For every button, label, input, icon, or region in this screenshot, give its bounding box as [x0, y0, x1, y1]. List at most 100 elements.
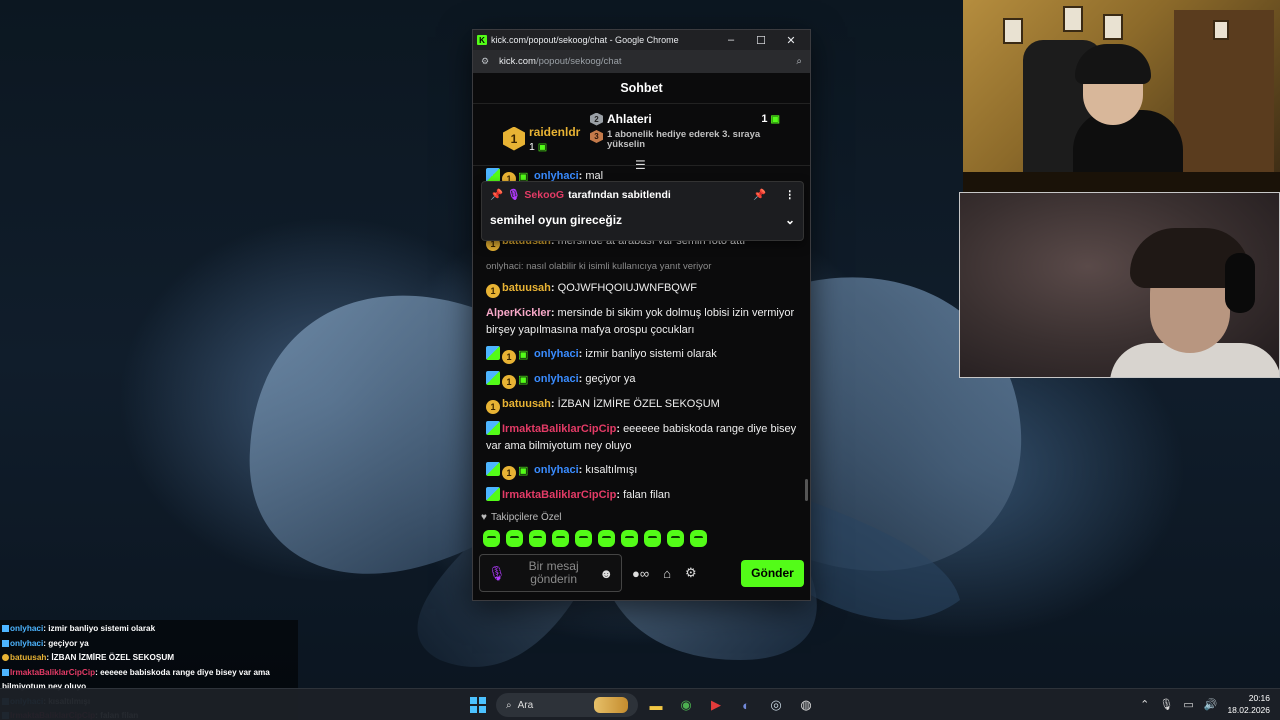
- chat-message-text: falan filan: [623, 489, 671, 501]
- emote-row: [481, 530, 802, 547]
- leaderboard-first-count: 1: [529, 140, 535, 153]
- chat-username[interactable]: batuusah: [502, 282, 551, 294]
- subscriber-badge-icon: [486, 371, 500, 385]
- message-input[interactable]: 🎙 Bir mesaj gönderin ☻: [479, 554, 622, 592]
- third-place-medal-icon: 3: [590, 130, 603, 143]
- search-placeholder[interactable]: Ara: [518, 700, 588, 711]
- chat-username[interactable]: batuusah: [502, 398, 551, 410]
- url-text[interactable]: kick.com/popout/sekoog/chat: [499, 56, 796, 67]
- emote[interactable]: [667, 530, 684, 547]
- pinned-by-label: tarafından sabitlendi: [568, 188, 671, 201]
- discord-icon[interactable]: ◐: [734, 693, 758, 717]
- gift-rank-badge-icon: 1: [502, 466, 516, 480]
- heart-icon: ♥: [481, 512, 487, 523]
- window-titlebar: K kick.com/popout/sekoog/chat - Google C…: [473, 30, 810, 50]
- gift-icon: ▣: [770, 114, 780, 125]
- network-icon[interactable]: ▭: [1183, 698, 1193, 711]
- store-icon[interactable]: ⌂: [659, 566, 675, 581]
- overlay-username: IrmaktaBaliklarCipCip: [10, 667, 96, 677]
- clock[interactable]: 20:16 18.02.2026: [1227, 692, 1270, 716]
- chat-message[interactable]: 1 ▣ onlyhaci: geçiyor ya: [486, 371, 802, 389]
- chat-username[interactable]: IrmaktaBaliklarCipCip: [502, 423, 616, 435]
- emote[interactable]: [575, 530, 592, 547]
- emote[interactable]: [483, 530, 500, 547]
- gift-rank-badge-icon: 1: [502, 375, 516, 389]
- emote[interactable]: [598, 530, 615, 547]
- chat-popup-window: K kick.com/popout/sekoog/chat - Google C…: [472, 29, 811, 601]
- chat-scrollbar[interactable]: [805, 479, 808, 501]
- chat-username[interactable]: onlyhaci: [534, 348, 579, 360]
- overlay-badge-icon: [2, 654, 9, 661]
- chat-message[interactable]: AlperKickler: mersinde bi sikim yok dolm…: [486, 305, 802, 339]
- chat-username[interactable]: AlperKickler: [486, 307, 551, 319]
- obs-icon[interactable]: ◍: [794, 693, 818, 717]
- chat-message[interactable]: 1 ▣ onlyhaci: kısaltılmışı: [486, 462, 802, 480]
- clock-time: 20:16: [1248, 693, 1270, 703]
- site-settings-icon[interactable]: ⚙: [481, 56, 493, 67]
- emote[interactable]: [552, 530, 569, 547]
- window-title: kick.com/popout/sekoog/chat - Google Chr…: [491, 35, 679, 45]
- emote[interactable]: [621, 530, 638, 547]
- mic-badge-icon: 🎙: [507, 189, 521, 201]
- chat-message[interactable]: IrmaktaBaliklarCipCip: eeeeee babiskoda …: [486, 421, 802, 455]
- start-button[interactable]: [466, 693, 490, 717]
- gear-icon[interactable]: ⚙: [681, 565, 701, 581]
- chevron-down-icon[interactable]: ⌄: [785, 213, 795, 227]
- subscriber-badge-icon: [486, 487, 500, 501]
- chat-username[interactable]: onlyhaci: [534, 373, 579, 385]
- overlay-message: onlyhaci: izmir banliyo sistemi olarak: [2, 622, 296, 637]
- emote[interactable]: [690, 530, 707, 547]
- chat-message[interactable]: 1 batuusah: QOJWFHQOIUJWNFBQWF: [486, 280, 802, 298]
- kick-points-icon[interactable]: ●∞: [628, 566, 653, 581]
- chrome-icon[interactable]: ◉: [674, 693, 698, 717]
- gift-rank-badge-icon: 1: [486, 400, 500, 414]
- kick-logo-icon: K: [477, 35, 487, 45]
- subscriber-badge-icon: [486, 168, 500, 182]
- chat-input-row: 🎙 Bir mesaj gönderin ☻ ●∞ ⌂ ⚙ Gönder: [473, 547, 810, 592]
- pinned-by-user[interactable]: SekooG: [524, 189, 564, 201]
- unpin-icon[interactable]: 📌: [753, 188, 766, 201]
- microphone-tray-icon[interactable]: 🎙: [1159, 698, 1173, 711]
- emote[interactable]: [644, 530, 661, 547]
- address-bar[interactable]: ⚙ kick.com/popout/sekoog/chat ⌕: [473, 50, 810, 73]
- search-highlight-image: [594, 697, 628, 713]
- leaderboard-first-name[interactable]: raidenldr: [529, 125, 580, 139]
- microphone-icon: 🎙: [488, 564, 506, 581]
- media-player-icon[interactable]: ▶: [704, 693, 728, 717]
- taskbar-search[interactable]: ⌕ Ara: [496, 693, 638, 717]
- chevron-up-icon[interactable]: ⌃: [1140, 698, 1149, 711]
- gift-leaderboard: 1 raidenldr 1 ▣ 2 Ahlateri 1 ▣ 3 1 abone…: [473, 104, 810, 172]
- pinned-message[interactable]: 📌 🎙 SekooG tarafından sabitlendi 📌 ⋮ sem…: [481, 181, 804, 241]
- subscriber-badge-icon: [486, 421, 500, 435]
- gift-rank-badge-icon: 1: [486, 284, 500, 298]
- subscriber-badge-icon: [486, 462, 500, 476]
- subscriber-badge-icon: [486, 346, 500, 360]
- leaderboard-second-name[interactable]: Ahlateri: [607, 112, 652, 126]
- colon: :: [550, 282, 558, 294]
- zoom-icon[interactable]: ⌕: [796, 56, 802, 67]
- taskbar: ⌕ Ara ▬ ◉ ▶ ◐ ◎ ◍ ⌃ 🎙 ▭ 🔊 20:16 18.02.20…: [0, 688, 1280, 720]
- chat-message[interactable]: IrmaktaBaliklarCipCip: falan filan: [486, 487, 802, 504]
- reply-context[interactable]: onlyhaci: nasıl olabilir ki isimli kulla…: [486, 261, 802, 273]
- emote[interactable]: [529, 530, 546, 547]
- pinned-text: semihel oyun gireceğiz: [490, 213, 623, 227]
- steam-icon[interactable]: ◎: [764, 693, 788, 717]
- maximize-button[interactable]: ☐: [746, 34, 776, 47]
- chat-message-text: QOJWFHQOIUJWNFBQWF: [557, 282, 697, 294]
- more-options-icon[interactable]: ⋮: [785, 189, 796, 201]
- second-place-medal-icon: 2: [590, 112, 603, 126]
- overlay-badge-icon: [2, 639, 9, 647]
- minimize-button[interactable]: –: [716, 34, 746, 46]
- file-explorer-icon[interactable]: ▬: [644, 693, 668, 717]
- chat-message[interactable]: 1 batuusah: İZBAN İZMİRE ÖZEL SEKOŞUM: [486, 396, 802, 414]
- chat-username[interactable]: onlyhaci: [534, 464, 579, 476]
- close-button[interactable]: ✕: [776, 34, 806, 47]
- emote[interactable]: [506, 530, 523, 547]
- chat-message[interactable]: 1 ▣ onlyhaci: izmir banliyo sistemi olarak: [486, 346, 802, 364]
- message-placeholder[interactable]: Bir mesaj gönderin: [508, 560, 599, 586]
- send-button[interactable]: Gönder: [741, 559, 804, 587]
- emote-section-title: Takipçilere Özel: [490, 512, 562, 523]
- emoji-picker-icon[interactable]: ☻: [599, 566, 613, 581]
- chat-username[interactable]: IrmaktaBaliklarCipCip: [502, 489, 616, 501]
- volume-icon[interactable]: 🔊: [1204, 698, 1218, 711]
